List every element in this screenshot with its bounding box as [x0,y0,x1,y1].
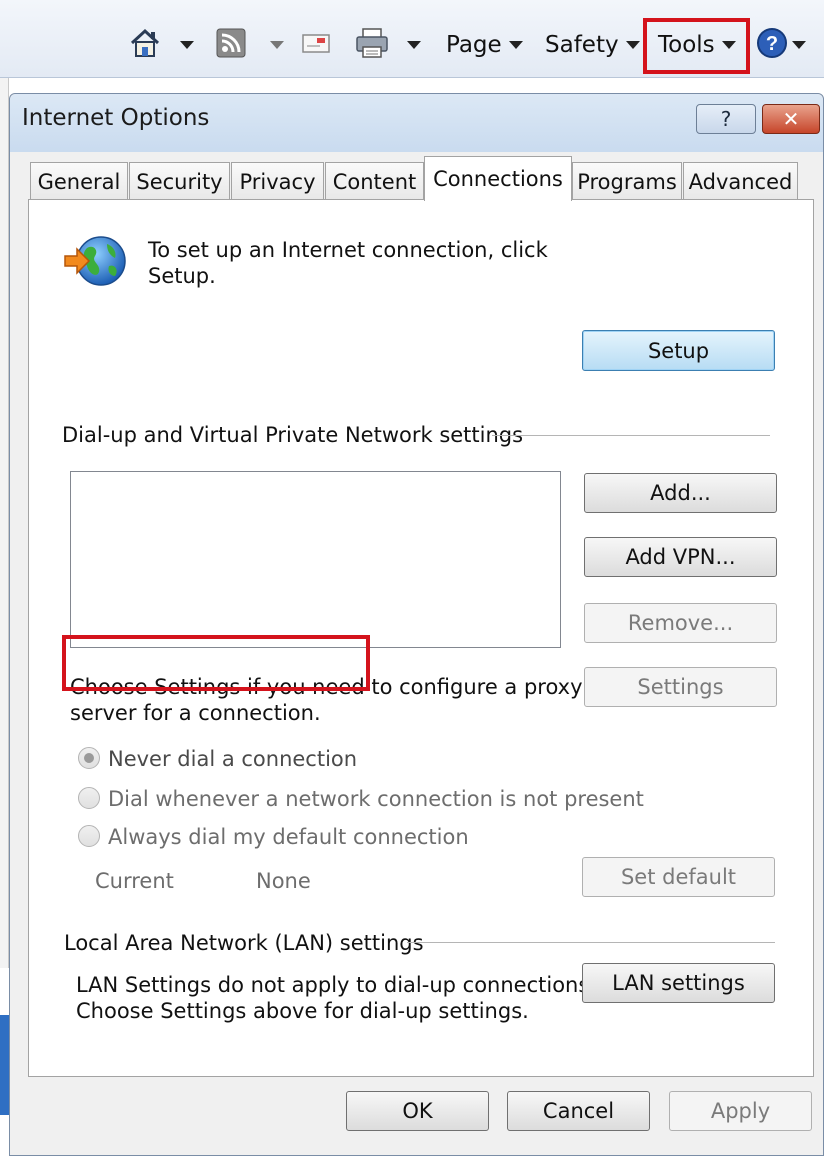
settings-button[interactable]: Settings [584,667,777,707]
dialog-title: Internet Options [22,105,210,131]
connections-listbox[interactable] [70,471,561,648]
chevron-down-icon [792,41,806,49]
radio-dial-when-no-network-input[interactable] [78,787,100,809]
chevron-down-icon [625,41,640,49]
set-default-button[interactable]: Set default [582,857,775,897]
rss-feed-icon [216,28,246,62]
lan-info-line1: LAN Settings do not apply to dial-up con… [76,973,596,997]
lan-settings-button[interactable]: LAN settings [582,963,775,1003]
radio-never-dial-label: Never dial a connection [108,747,358,771]
print-dropdown[interactable] [407,22,421,68]
add-button[interactable]: Add... [584,473,777,513]
svg-text:?: ? [766,33,778,55]
close-button[interactable]: ✕ [762,104,820,134]
dialog-titlebar[interactable]: Internet Options ? ✕ [10,94,823,152]
current-connection-label: Current [95,869,174,893]
read-mail-button[interactable] [302,22,330,68]
dialup-section-heading: Dial-up and Virtual Private Network sett… [62,423,524,447]
tab-content[interactable]: Content [325,162,424,200]
current-connection-value: None [256,869,311,893]
chevron-down-icon [407,41,421,49]
feeds-dropdown[interactable] [270,22,284,68]
dialup-section-divider [492,435,770,436]
proxy-instruction-line2: server for a connection. [70,701,321,725]
radio-never-dial-input[interactable] [78,747,100,769]
background-window-edge [0,78,9,968]
page-menu-label: Page [446,32,502,58]
remove-button[interactable]: Remove... [584,603,777,643]
safety-menu[interactable]: Safety [545,22,640,68]
tab-security[interactable]: Security [129,162,230,200]
print-icon [354,27,390,63]
setup-instruction-line2: Setup. [148,264,216,288]
tab-general[interactable]: General [30,162,128,200]
print-button[interactable] [354,22,390,68]
lan-section-divider [407,942,775,943]
safety-menu-label: Safety [545,32,619,58]
page-menu[interactable]: Page [446,22,523,68]
radio-always-dial-input[interactable] [78,825,100,847]
tab-connections[interactable]: Connections [424,156,572,201]
tab-advanced[interactable]: Advanced [683,162,798,200]
chevron-down-icon [180,41,194,49]
tab-privacy[interactable]: Privacy [231,162,324,200]
internet-connection-globe-icon [63,234,129,294]
read-mail-icon [302,31,330,59]
ok-button[interactable]: OK [346,1091,489,1131]
question-mark-icon: ? [720,107,732,131]
setup-button[interactable]: Setup [582,330,775,371]
cancel-button[interactable]: Cancel [507,1091,650,1131]
setup-instruction-line1: To set up an Internet connection, click [148,238,548,262]
chevron-down-icon [270,41,284,49]
home-dropdown[interactable] [180,22,194,68]
close-icon: ✕ [782,107,800,131]
help-menu[interactable]: ? [756,22,806,68]
never-dial-highlight-box [62,635,370,691]
tools-highlight-box [643,18,750,74]
radio-always-dial-label: Always dial my default connection [108,825,469,849]
help-button[interactable]: ? [696,104,756,134]
help-icon: ? [756,27,788,63]
apply-button[interactable]: Apply [669,1091,812,1131]
taskbar-edge [0,1015,9,1115]
chevron-down-icon [508,41,523,49]
add-vpn-button[interactable]: Add VPN... [584,537,777,577]
lan-section-heading: Local Area Network (LAN) settings [64,931,424,955]
home-icon [128,26,162,64]
feeds-button[interactable] [216,22,246,68]
radio-dial-when-no-network-label: Dial whenever a network connection is no… [108,787,644,811]
lan-info-line2: Choose Settings above for dial-up settin… [76,999,529,1023]
internet-options-dialog: Internet Options ? ✕ General Security Pr… [9,93,824,1156]
tab-programs[interactable]: Programs [572,162,682,200]
home-button[interactable] [128,22,162,68]
